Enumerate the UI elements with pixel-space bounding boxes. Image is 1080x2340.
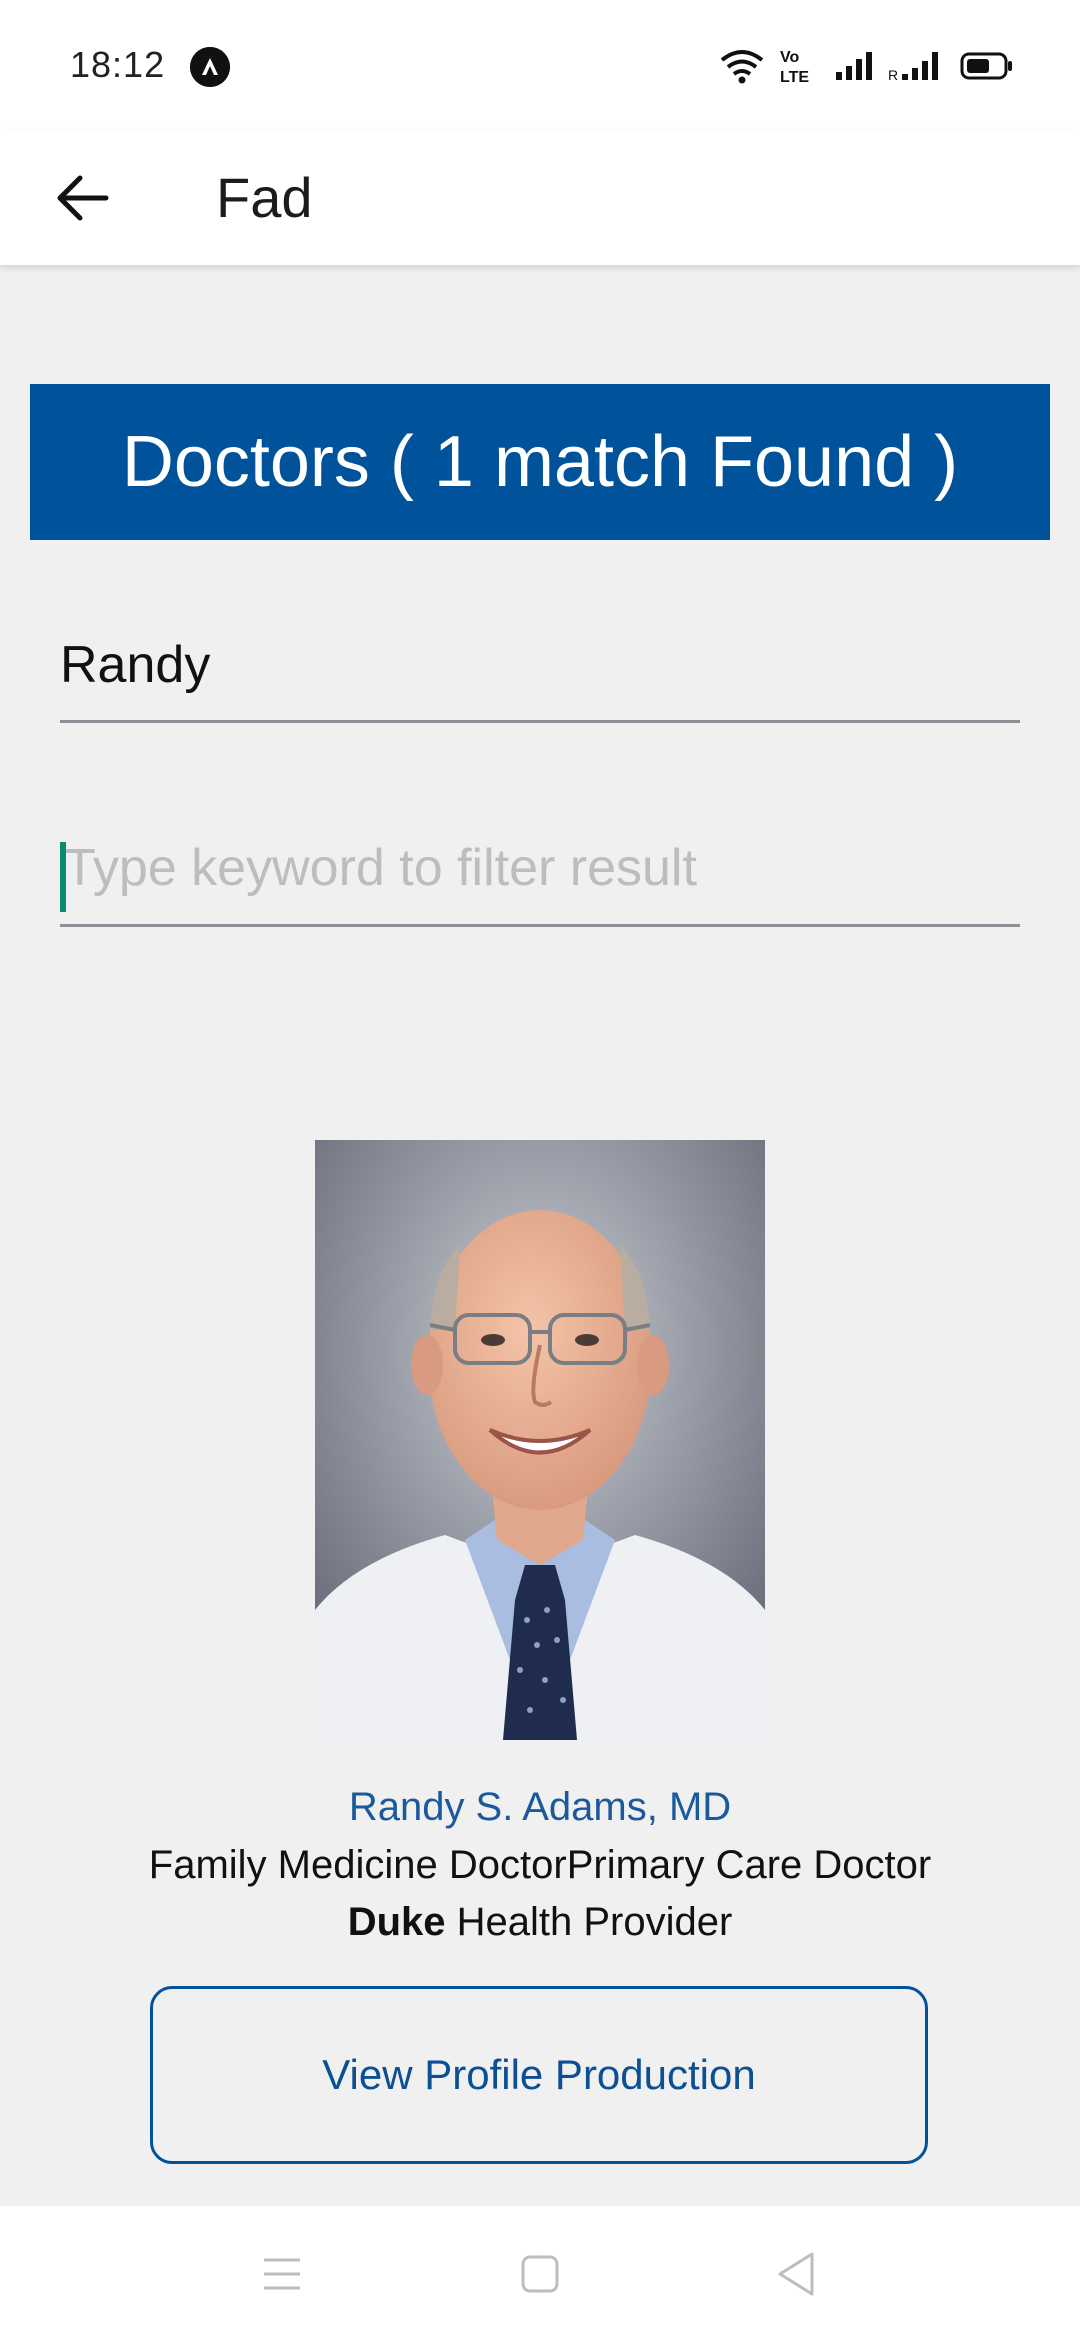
back-triangle-icon — [778, 2252, 814, 2296]
doctor-specialty: Family Medicine DoctorPrimary Care Docto… — [148, 1843, 932, 1887]
system-nav-bar — [0, 2206, 1080, 2340]
back-button[interactable] — [42, 158, 122, 238]
home-square-icon — [521, 2255, 559, 2293]
status-icons: Vo LTE R — [720, 46, 1014, 86]
menu-icon — [264, 2258, 300, 2290]
filter-input[interactable] — [60, 812, 1020, 924]
filter-field — [60, 812, 1020, 927]
wifi-icon — [720, 48, 764, 84]
app-notification-icon — [190, 47, 230, 87]
status-bar: 18:12 Vo LTE R — [0, 0, 1080, 130]
battery-icon — [960, 51, 1014, 81]
svg-text:R: R — [888, 67, 898, 82]
roaming-signal-icon: R — [888, 50, 946, 82]
doctor-name-link[interactable]: Randy S. Adams, MD — [0, 1785, 1080, 1830]
home-button[interactable] — [500, 2234, 580, 2314]
results-banner: Doctors ( 1 match Found ) — [30, 384, 1050, 540]
app-bar: Fad — [0, 130, 1080, 265]
status-time: 18:12 — [70, 44, 166, 85]
volte-icon: Vo LTE — [778, 46, 820, 86]
search-field — [60, 610, 1020, 723]
svg-text:Vo: Vo — [780, 49, 799, 66]
signal-icon — [834, 50, 874, 82]
arrow-back-icon — [57, 175, 109, 221]
text-caret — [60, 842, 66, 912]
menu-button[interactable] — [242, 2234, 322, 2314]
page-title: Fad — [216, 166, 313, 229]
provider-name: Duke — [347, 1900, 446, 1944]
svg-text:LTE: LTE — [780, 69, 809, 86]
doctor-provider: Duke Health Provider — [0, 1900, 1080, 1945]
search-input[interactable] — [60, 610, 1020, 720]
back-nav-button[interactable] — [756, 2234, 836, 2314]
view-profile-button[interactable]: View Profile Production — [150, 1986, 928, 2164]
provider-suffix: Health Provider — [445, 1900, 733, 1944]
doctor-photo — [315, 1140, 765, 1740]
